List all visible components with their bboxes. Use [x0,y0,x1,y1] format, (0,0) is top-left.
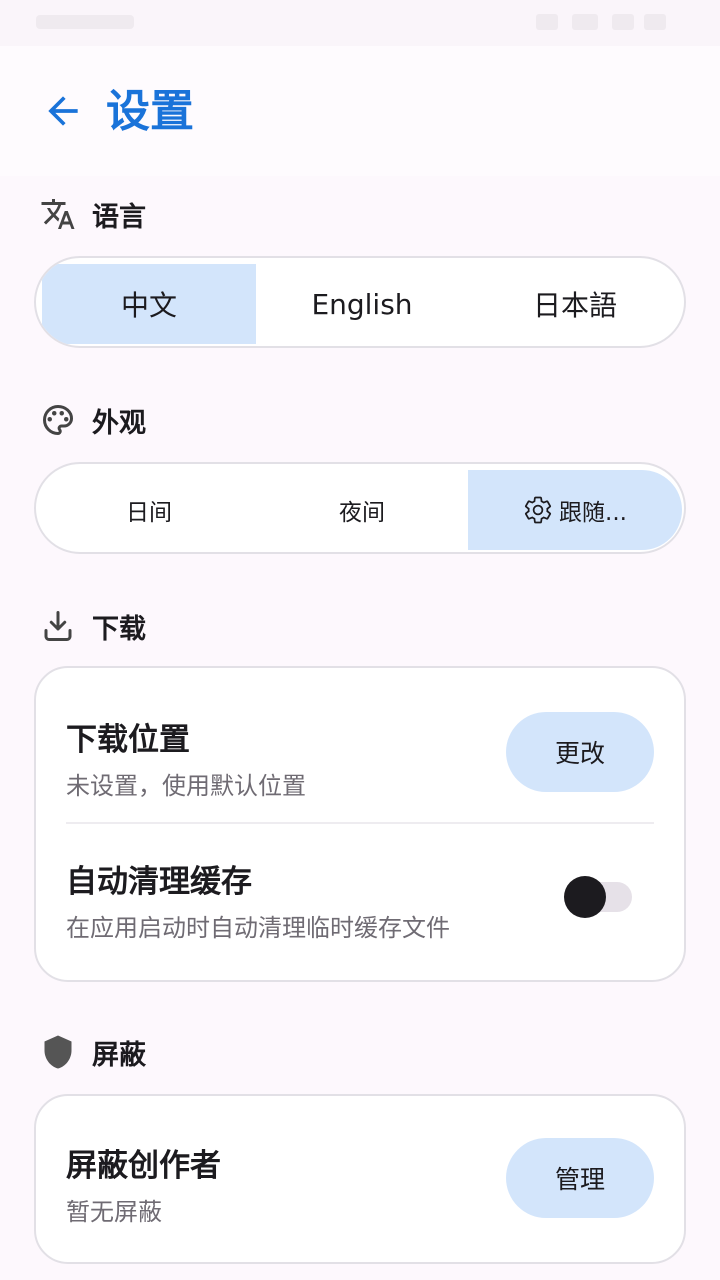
appearance-option-system-label: 跟随... [559,500,627,526]
page-title: 设置 [106,86,194,137]
section-header-block: 屏蔽 [40,1032,146,1072]
section-title-download: 下载 [92,613,146,645]
appearance-option-day[interactable]: 日间 [42,470,256,550]
section-title-block: 屏蔽 [92,1039,146,1071]
block-creators-subtitle: 暂无屏蔽 [66,1198,162,1226]
auto-clean-subtitle: 在应用启动时自动清理临时缓存文件 [66,914,450,942]
status-icons [536,14,666,30]
section-header-download: 下载 [40,606,146,646]
shield-icon [40,1034,76,1070]
download-location-subtitle: 未设置，使用默认位置 [66,772,306,800]
palette-icon [40,402,76,438]
manage-blocked-button[interactable]: 管理 [506,1138,654,1218]
translate-icon [40,196,76,232]
auto-clean-toggle[interactable] [564,876,632,918]
section-header-appearance: 外观 [40,400,146,440]
language-option-english[interactable]: English [255,264,469,344]
auto-clean-title: 自动清理缓存 [66,864,252,900]
language-option-japanese[interactable]: 日本語 [468,264,682,344]
language-option-chinese[interactable]: 中文 [42,264,256,344]
appearance-option-night[interactable]: 夜间 [255,470,469,550]
download-icon [40,608,76,644]
toggle-thumb [564,876,606,918]
download-card: 下载位置 未设置，使用默认位置 更改 自动清理缓存 在应用启动时自动清理临时缓存… [34,666,686,982]
section-title-appearance: 外观 [92,407,146,439]
gear-icon [525,496,552,524]
app-bar: 设置 [0,46,720,176]
back-button[interactable] [38,86,88,136]
block-creators-title: 屏蔽创作者 [66,1148,221,1184]
section-title-language: 语言 [92,201,146,233]
change-location-button[interactable]: 更改 [506,712,654,792]
block-card: 屏蔽创作者 暂无屏蔽 管理 [34,1094,686,1264]
section-header-language: 语言 [40,194,146,234]
appearance-selector: 日间 夜间 跟随... [34,462,686,554]
language-selector: 中文 English 日本語 [34,256,686,348]
arrow-back-icon [48,96,78,126]
status-bar [0,0,720,46]
divider [66,822,654,824]
download-location-title: 下载位置 [66,722,190,758]
status-clock-icon [36,15,134,29]
appearance-option-system[interactable]: 跟随... [468,470,682,550]
